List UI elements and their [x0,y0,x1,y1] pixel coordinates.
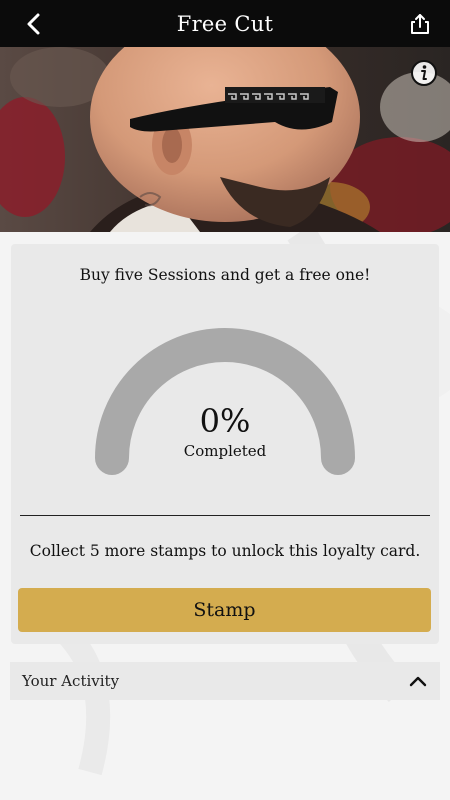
progress-gauge: 0% Completed [95,328,355,483]
progress-caption: Completed [183,442,267,460]
your-activity-toggle[interactable]: Your Activity [10,662,440,700]
info-icon [411,60,437,86]
page-title: Free Cut [176,11,274,36]
hero-photo [0,47,450,232]
chevron-up-icon [409,676,427,687]
loyalty-card: Buy five Sessions and get a free one! 0%… [11,244,439,644]
share-button[interactable] [404,8,436,40]
progress-percent: 0% [199,402,251,440]
share-icon [411,14,429,34]
unlock-message: Collect 5 more stamps to unlock this loy… [29,542,421,560]
back-button[interactable] [18,8,50,40]
divider [20,515,430,516]
info-button[interactable] [410,59,438,87]
chevron-left-icon [27,13,40,35]
card-headline: Buy five Sessions and get a free one! [79,266,371,284]
your-activity-label: Your Activity [22,672,120,690]
top-bar: Free Cut [0,0,450,47]
hero-image [0,47,450,232]
stamp-button[interactable]: Stamp [18,588,431,632]
